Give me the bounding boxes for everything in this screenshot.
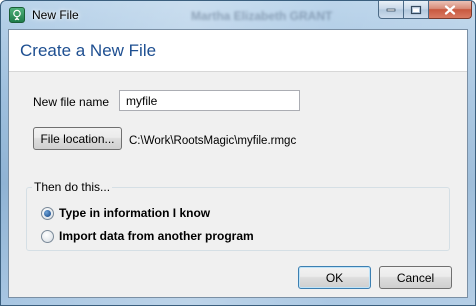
- option-type-in-info-label: Type in information I know: [59, 206, 211, 220]
- minimize-button[interactable]: [378, 1, 404, 19]
- option-import-data-label: Import data from another program: [59, 229, 254, 243]
- maximize-icon: [410, 5, 422, 14]
- file-location-path: C:\Work\RootsMagic\myfile.rmgc: [129, 135, 297, 147]
- dialog-client-area: Create a New File New file name File loc…: [8, 29, 468, 298]
- cancel-button[interactable]: Cancel: [379, 266, 452, 289]
- maximize-button[interactable]: [404, 1, 429, 19]
- close-icon: [444, 4, 456, 15]
- dialog-heading: Create a New File: [20, 41, 157, 60]
- rootsmagic-app-icon: [9, 7, 25, 23]
- ok-button[interactable]: OK: [298, 266, 371, 289]
- file-location-button[interactable]: File location...: [33, 127, 122, 150]
- caption-buttons: [378, 1, 472, 20]
- option-type-in-info[interactable]: Type in information I know: [41, 206, 210, 220]
- dialog-header: Create a New File: [9, 30, 467, 72]
- radio-selected-icon[interactable]: [41, 206, 54, 220]
- option-import-data[interactable]: Import data from another program: [41, 229, 254, 243]
- window-title: New File: [32, 8, 79, 22]
- radio-unselected-icon[interactable]: [41, 229, 54, 243]
- new-file-dialog: Martha Elizabeth GRANT New File Create a…: [0, 0, 476, 306]
- then-do-legend: Then do this...: [32, 180, 113, 194]
- filename-label: New file name: [33, 95, 110, 109]
- title-bar[interactable]: New File: [1, 1, 475, 29]
- filename-input[interactable]: [119, 90, 300, 111]
- minimize-icon: [386, 8, 396, 11]
- close-button[interactable]: [429, 1, 472, 19]
